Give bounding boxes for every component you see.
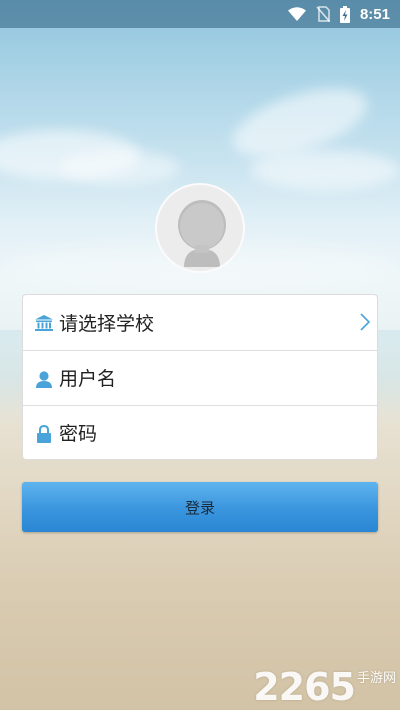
login-button[interactable]: 登录 <box>22 482 378 532</box>
wifi-icon <box>287 7 306 21</box>
password-input[interactable] <box>59 422 339 445</box>
school-selector-label: 请选择学校 <box>59 313 155 335</box>
chevron-right-icon <box>359 312 371 336</box>
user-icon <box>35 370 53 388</box>
no-sim-icon <box>316 6 330 22</box>
school-icon <box>35 314 53 332</box>
clock: 8:51 <box>359 5 390 23</box>
watermark-number: 2265 <box>253 665 356 709</box>
watermark-logo: 2265 手游网 <box>253 667 396 706</box>
status-bar: 8:51 <box>0 0 400 28</box>
lock-icon <box>35 424 53 443</box>
cloud <box>60 150 180 185</box>
username-input[interactable] <box>59 367 339 390</box>
default-avatar-icon[interactable] <box>155 183 245 273</box>
school-selector[interactable]: 请选择学校 <box>23 295 377 350</box>
login-form: 请选择学校 <box>22 294 378 460</box>
cloud <box>250 150 400 190</box>
battery-charging-icon <box>339 5 350 23</box>
username-row <box>23 351 377 406</box>
password-row <box>23 406 377 461</box>
watermark-text: 手游网 <box>356 671 396 686</box>
